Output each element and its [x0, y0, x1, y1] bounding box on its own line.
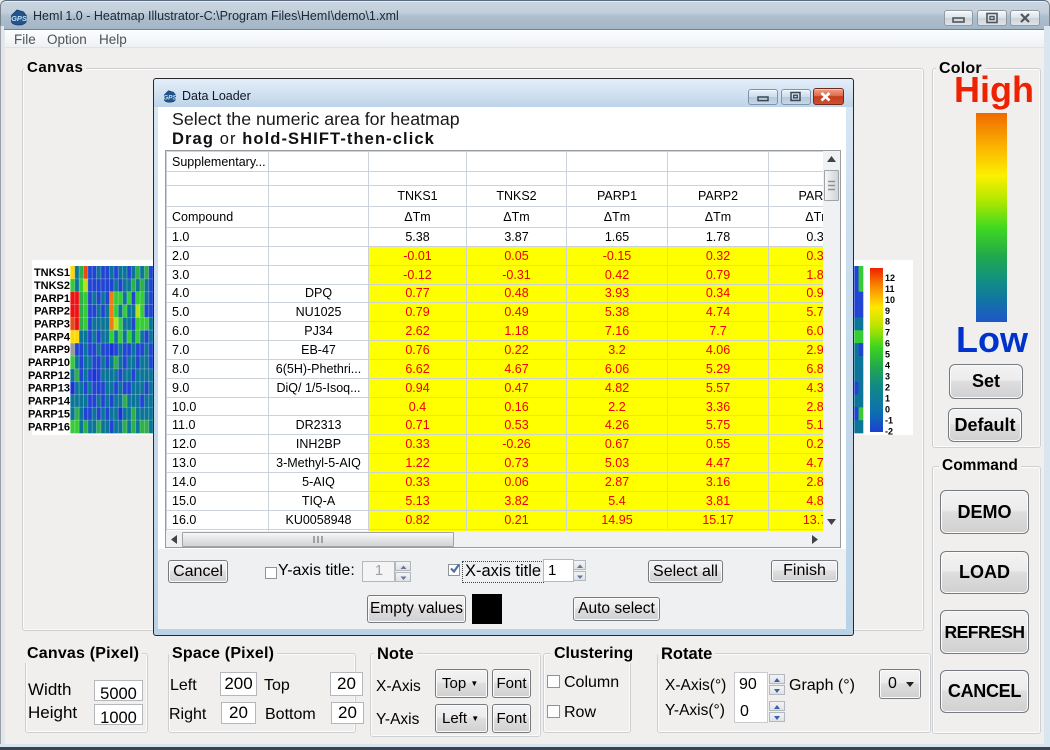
svg-text:-2: -2	[885, 426, 893, 436]
svg-text:2: 2	[885, 383, 890, 393]
svg-text:PARP9: PARP9	[34, 344, 70, 356]
svg-text:PARP12: PARP12	[28, 370, 70, 382]
svg-text:4: 4	[885, 361, 890, 371]
svg-text:12: 12	[885, 273, 895, 283]
svg-text:PARP1: PARP1	[34, 293, 70, 305]
svg-text:TNKS2: TNKS2	[34, 280, 70, 292]
svg-text:5: 5	[885, 350, 890, 360]
svg-text:PARP15: PARP15	[28, 408, 70, 420]
svg-text:PARP3: PARP3	[34, 319, 70, 331]
svg-text:PARP4: PARP4	[34, 331, 71, 343]
svg-text:1: 1	[885, 394, 890, 404]
svg-text:PARP2: PARP2	[34, 306, 70, 318]
svg-text:-1: -1	[885, 415, 893, 425]
svg-text:GPS: GPS	[163, 94, 177, 101]
svg-text:9: 9	[885, 306, 890, 316]
svg-text:PARP14: PARP14	[28, 396, 71, 408]
svg-text:6: 6	[885, 339, 890, 349]
svg-text:10: 10	[885, 295, 895, 305]
svg-text:3: 3	[885, 372, 890, 382]
svg-text:PARP10: PARP10	[28, 357, 70, 369]
svg-text:8: 8	[885, 317, 890, 327]
svg-text:7: 7	[885, 328, 890, 338]
svg-text:11: 11	[885, 284, 895, 294]
svg-text:0: 0	[885, 404, 890, 414]
svg-text:PARP16: PARP16	[28, 421, 70, 433]
svg-text:PARP13: PARP13	[28, 383, 70, 395]
svg-text:TNKS1: TNKS1	[34, 267, 70, 279]
